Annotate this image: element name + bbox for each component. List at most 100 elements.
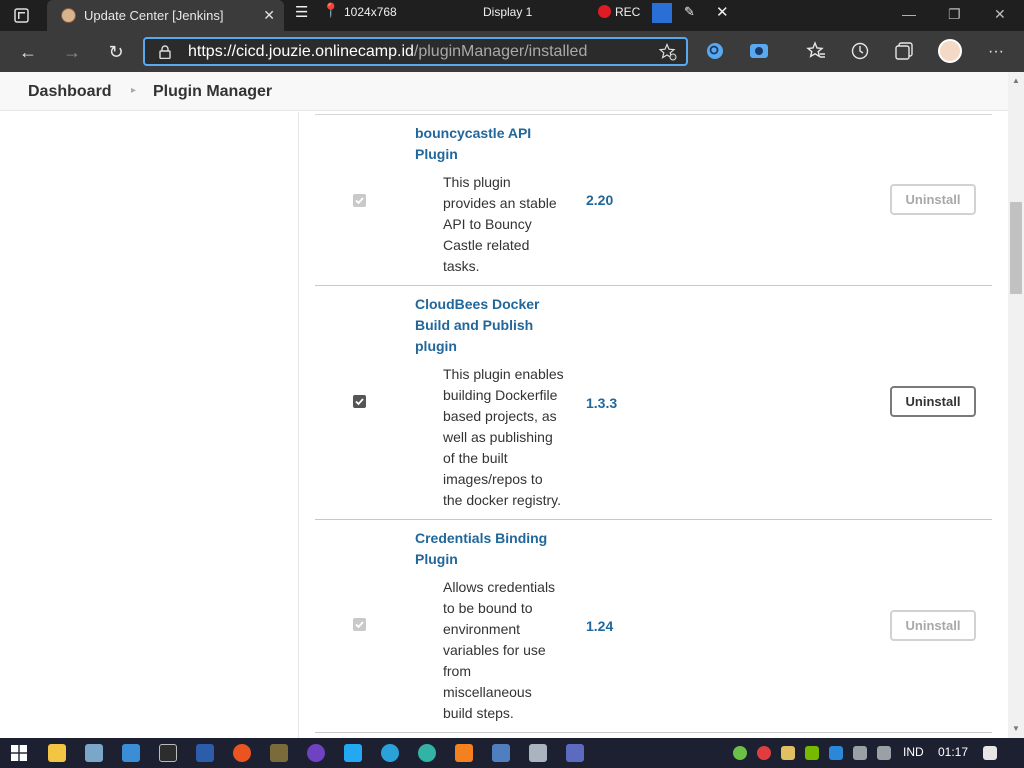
plugin-name-link[interactable]: bouncycastle API Plugin: [415, 123, 555, 165]
tab-close-icon[interactable]: ✕: [263, 7, 275, 24]
recorder-rec-button[interactable]: REC: [598, 5, 640, 19]
app-icon[interactable]: [270, 744, 288, 762]
recorder-close-icon[interactable]: ✕: [716, 3, 729, 21]
tray-app-icon[interactable]: [829, 746, 843, 760]
scroll-up-icon[interactable]: ▲: [1012, 76, 1020, 85]
tray-status-icon[interactable]: [733, 746, 747, 760]
description-line: from: [443, 663, 471, 679]
app-icon[interactable]: [122, 744, 140, 762]
powershell-icon[interactable]: [196, 744, 214, 762]
file-explorer-icon[interactable]: [48, 744, 66, 762]
language-indicator[interactable]: IND: [903, 745, 924, 759]
scrollbar-thumb[interactable]: [1010, 202, 1022, 294]
github-icon[interactable]: [307, 744, 325, 762]
tray-app-icon[interactable]: [781, 746, 795, 760]
tray-app-icon[interactable]: [757, 746, 771, 760]
uninstall-button[interactable]: Uninstall: [890, 610, 976, 641]
cloud-icon[interactable]: [455, 744, 473, 762]
plugin-version-link[interactable]: 1.3.3: [586, 395, 617, 411]
description-line: tasks.: [443, 258, 480, 274]
forward-icon[interactable]: →: [60, 40, 84, 64]
restore-icon[interactable]: ❐: [948, 6, 961, 23]
description-line: Allows credentials: [443, 579, 556, 595]
address-bar[interactable]: https://cicd.jouzie.onlinecamp.id/plugin…: [143, 37, 688, 66]
add-favorite-icon[interactable]: [659, 43, 677, 61]
description-line: of the built: [443, 450, 508, 466]
description-line: environment: [443, 621, 521, 637]
plugin-version-link[interactable]: 2.20: [586, 192, 613, 208]
notifications-icon[interactable]: [983, 746, 997, 760]
lock-icon[interactable]: [159, 45, 171, 59]
recorder-display[interactable]: Display 1: [483, 5, 532, 19]
checkmark-icon: [355, 398, 364, 406]
browser-titlebar: Update Center [Jenkins] ✕ ☰ 📍 1024x768 D…: [0, 0, 1024, 31]
breadcrumb-dashboard[interactable]: Dashboard: [28, 83, 112, 101]
plugin-version-link[interactable]: 1.24: [586, 618, 613, 634]
scroll-down-icon[interactable]: ▼: [1012, 724, 1020, 733]
url-path: /pluginManager/installed: [413, 43, 588, 60]
windows-start-icon[interactable]: [11, 745, 27, 761]
installed-plugins-table: bouncycastle API Plugin This plugin prov…: [300, 112, 1008, 738]
nvidia-icon[interactable]: [805, 746, 819, 760]
window-close-icon[interactable]: ✕: [994, 6, 1006, 23]
volume-icon[interactable]: [853, 746, 867, 760]
app-icon[interactable]: [85, 744, 103, 762]
clock[interactable]: 01:17: [938, 745, 968, 759]
description-line: images/repos to: [443, 471, 543, 487]
minimize-icon[interactable]: —: [902, 6, 916, 22]
plugin-name-line: Build and Publish: [415, 317, 534, 333]
plugin-enabled-checkbox[interactable]: [353, 395, 366, 408]
pen-icon[interactable]: ✎: [684, 4, 695, 20]
recorder-pin-icon[interactable]: 📍: [322, 2, 339, 19]
app-icon[interactable]: [529, 744, 547, 762]
plugin-enabled-checkbox[interactable]: [353, 194, 366, 207]
back-icon[interactable]: ←: [16, 40, 40, 64]
browser-tab-active[interactable]: Update Center [Jenkins] ✕: [47, 0, 284, 31]
telegram-icon[interactable]: [381, 744, 399, 762]
wifi-icon[interactable]: [877, 746, 891, 760]
side-panel: [0, 112, 299, 738]
windows-taskbar: IND 01:17: [0, 738, 1024, 768]
uninstall-button[interactable]: Uninstall: [890, 386, 976, 417]
calculator-icon[interactable]: [566, 744, 584, 762]
checkmark-icon: [355, 621, 364, 629]
table-row: CloudBees Docker Build and Publish plugi…: [315, 286, 992, 520]
tab-title: Update Center [Jenkins]: [84, 8, 224, 23]
profile-avatar[interactable]: [938, 39, 962, 63]
table-row: Credentials Binding Plugin Allows creden…: [315, 520, 992, 733]
plugin-enabled-checkbox[interactable]: [353, 618, 366, 631]
recorder-menu-icon[interactable]: ☰: [295, 3, 308, 21]
plugin-name-link[interactable]: CloudBees Docker Build and Publish plugi…: [415, 294, 555, 357]
breadcrumb-separator-icon: ▸: [131, 85, 137, 96]
description-line: the docker registry.: [443, 492, 562, 508]
ubuntu-icon[interactable]: [233, 744, 251, 762]
notes-icon[interactable]: [492, 744, 510, 762]
favorites-icon[interactable]: [805, 40, 827, 62]
plugin-description: This plugin provides an stable API to Bo…: [443, 172, 571, 277]
description-line: API to Bouncy: [443, 216, 532, 232]
plugin-name-line: bouncycastle API: [415, 125, 532, 141]
description-line: based projects, as: [443, 408, 557, 424]
extension-camera-icon[interactable]: [748, 40, 770, 62]
breadcrumb-plugin-manager[interactable]: Plugin Manager: [153, 83, 272, 101]
browser-toolbar: ← → ↻ https://cicd.jouzie.onlinecamp.id/…: [0, 31, 1024, 72]
plugin-name-link[interactable]: Credentials Binding Plugin: [415, 528, 555, 570]
description-line: well as publishing: [443, 429, 553, 445]
recorder-resolution: 1024x768: [344, 5, 397, 19]
extension-search-icon[interactable]: [704, 40, 726, 62]
table-row: bouncycastle API Plugin This plugin prov…: [315, 115, 992, 286]
url-text: https://cicd.jouzie.onlinecamp.id/plugin…: [188, 43, 587, 61]
page-scrollbar[interactable]: ▲ ▼: [1008, 72, 1024, 738]
description-line: miscellaneous: [443, 684, 532, 700]
plugin-name-line: Plugin: [415, 146, 458, 162]
collections-icon[interactable]: [893, 40, 915, 62]
edge-icon[interactable]: [418, 744, 436, 762]
refresh-icon[interactable]: ↻: [104, 40, 128, 64]
tab-actions-icon[interactable]: [14, 8, 29, 23]
vscode-icon[interactable]: [344, 744, 362, 762]
more-options-icon[interactable]: ···: [984, 40, 1008, 64]
history-icon[interactable]: [849, 40, 871, 62]
command-prompt-icon[interactable]: [159, 744, 177, 762]
uninstall-button[interactable]: Uninstall: [890, 184, 976, 215]
camera-icon[interactable]: [652, 3, 672, 23]
